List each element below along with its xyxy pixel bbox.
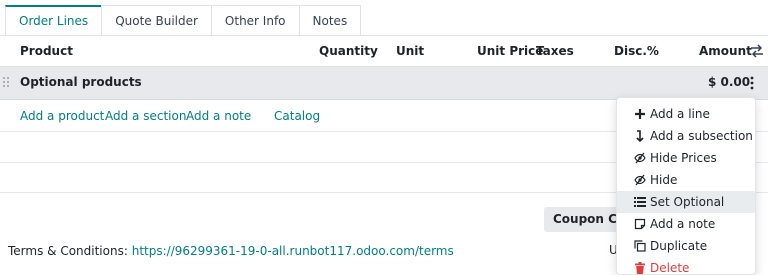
terms-label: Terms & Conditions:: [8, 244, 128, 258]
menu-item-hide-prices[interactable]: Hide Prices: [617, 147, 755, 169]
catalog-link[interactable]: Catalog: [274, 109, 320, 123]
tab-order-lines[interactable]: Order Lines: [5, 5, 103, 35]
eye-slash-icon: [634, 152, 646, 164]
column-discount[interactable]: Disc.%: [614, 44, 659, 58]
trash-icon: [635, 262, 645, 274]
menu-item-label: Delete: [650, 261, 690, 275]
arrow-down-right-icon: [636, 130, 644, 142]
tabs-divider: [0, 35, 768, 36]
list-icon: [634, 197, 646, 207]
menu-item-label: Hide Prices: [650, 151, 717, 165]
terms-conditions: Terms & Conditions: https://96299361-19-…: [8, 244, 454, 258]
menu-item-add-note[interactable]: Add a note: [617, 213, 755, 235]
tab-quote-builder[interactable]: Quote Builder: [101, 5, 212, 35]
terms-link[interactable]: https://96299361-19-0-all.runbot117.odoo…: [132, 244, 454, 258]
column-unit-price[interactable]: Unit Price: [477, 44, 543, 58]
copy-icon: [634, 240, 646, 252]
tabs-bar: Order Lines Quote Builder Other Info Not…: [5, 5, 362, 36]
menu-item-label: Add a line: [650, 107, 710, 121]
coupon-code-button[interactable]: Coupon Code: [544, 207, 624, 232]
menu-item-label: Set Optional: [650, 195, 725, 209]
menu-item-label: Duplicate: [650, 239, 708, 253]
column-product[interactable]: Product: [20, 44, 73, 58]
column-unit[interactable]: Unit: [396, 44, 424, 58]
section-amount: $ 0.00: [708, 75, 751, 89]
tab-notes[interactable]: Notes: [298, 5, 362, 35]
menu-item-delete[interactable]: Delete: [617, 257, 755, 275]
row-options-icon[interactable]: [749, 76, 755, 90]
column-quantity[interactable]: Quantity: [319, 44, 378, 58]
plus-icon: [635, 109, 645, 119]
menu-item-duplicate[interactable]: Duplicate: [617, 235, 755, 257]
section-name: Optional products: [20, 75, 142, 89]
menu-item-set-optional[interactable]: Set Optional: [617, 191, 755, 213]
menu-item-label: Add a subsection: [650, 129, 753, 143]
column-taxes[interactable]: Taxes: [536, 44, 574, 58]
drag-handle-icon[interactable]: [3, 77, 11, 89]
menu-item-add-line[interactable]: Add a line: [617, 103, 755, 125]
section-row[interactable]: Optional products $ 0.00: [0, 67, 768, 100]
tab-other-info[interactable]: Other Info: [210, 5, 300, 35]
eye-slash-icon: [634, 174, 646, 186]
column-amount[interactable]: Amount: [699, 44, 752, 58]
add-note-link[interactable]: Add a note: [186, 109, 251, 123]
add-product-link[interactable]: Add a product: [20, 109, 104, 123]
note-icon: [634, 218, 646, 230]
column-settings-icon[interactable]: [750, 44, 764, 58]
menu-item-label: Add a note: [650, 217, 716, 231]
add-section-link[interactable]: Add a section: [105, 109, 186, 123]
row-options-menu: Add a line Add a subsection Hide Prices …: [616, 97, 756, 275]
menu-item-add-subsection[interactable]: Add a subsection: [617, 125, 755, 147]
menu-item-hide-composition[interactable]: Hide Composition: [617, 169, 755, 209]
